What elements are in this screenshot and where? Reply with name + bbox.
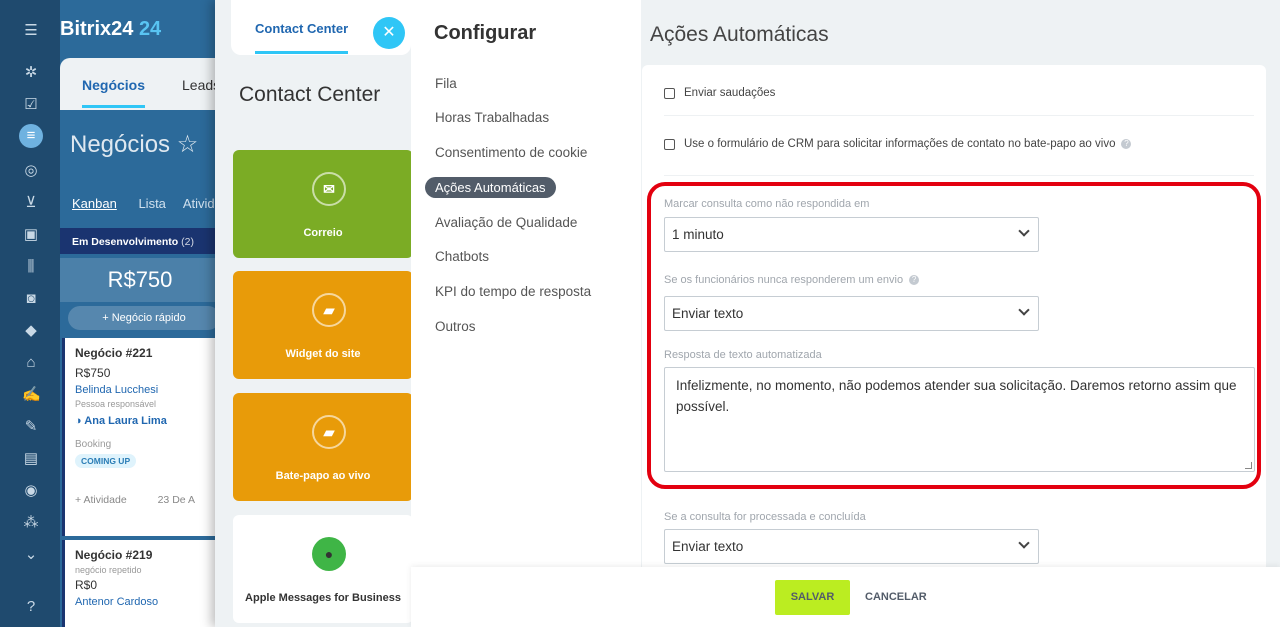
circle-icon[interactable]: ◉ <box>22 482 40 500</box>
left-icon-rail: ☰ ✲ ☑ ≡ ◎ ⊻ ▣ ⫼ ◙ ◆ ⌂ ✍ ✎ ▤ ◉ ⁂ ⌄ ? <box>0 0 60 627</box>
target-icon[interactable]: ◎ <box>22 162 40 180</box>
contact-center-title: Contact Center <box>239 83 381 106</box>
nav-response-kpi[interactable]: KPI do tempo de resposta <box>435 284 591 299</box>
view-switcher: Kanban Lista Ativid <box>72 196 215 211</box>
contact-center-panel: Contact Center ✕ Contact Center ✉ Correi… <box>215 0 413 627</box>
configure-panel: Configurar Fila Horas Trabalhadas Consen… <box>411 0 1280 627</box>
apps-icon[interactable]: ⁂ <box>22 514 40 532</box>
divider <box>664 175 1254 176</box>
settings-form: Enviar saudações Use o formulário de CRM… <box>642 65 1266 567</box>
nav-automatic-actions[interactable]: Ações Automáticas <box>425 177 556 198</box>
deal-card[interactable]: Negócio #219 negócio repetido R$0 Anteno… <box>62 540 220 627</box>
envelope-icon: ✉ <box>312 172 346 206</box>
chevron-down-icon <box>1018 304 1030 316</box>
pulse-icon[interactable]: ✲ <box>22 64 40 82</box>
cart-icon[interactable]: ⊻ <box>22 194 40 212</box>
help-icon[interactable]: ? <box>909 275 920 285</box>
chevron-icon[interactable]: ⌄ <box>22 546 40 564</box>
menu-icon[interactable]: ☰ <box>22 22 40 40</box>
unanswered-label: Marcar consulta como não respondida em <box>664 198 870 210</box>
chevron-down-icon <box>1018 537 1030 549</box>
tile-email[interactable]: ✉ Correio <box>233 150 413 258</box>
nav-quality-rating[interactable]: Avaliação de Qualidade <box>435 215 577 230</box>
chat-icon: ▰ <box>312 415 346 449</box>
analytics-icon[interactable]: ⫼ <box>22 258 40 276</box>
tab-contact-center[interactable]: Contact Center <box>255 21 349 54</box>
tile-site-widget[interactable]: ▰ Widget do site <box>233 271 413 379</box>
crm-tabs: Negócios Leads <box>60 58 220 110</box>
deal-card[interactable]: Negócio #221 R$750 Belinda Lucchesi Pess… <box>62 338 220 536</box>
greetings-checkbox[interactable]: Enviar saudações <box>664 87 775 99</box>
nav-working-hours[interactable]: Horas Trabalhadas <box>435 110 549 125</box>
sign-icon[interactable]: ✍ <box>22 386 41 404</box>
auto-text-label: Resposta de texto automatizada <box>664 349 822 361</box>
stage-header: Em Desenvolvimento (2) <box>60 228 220 254</box>
configure-nav: Configurar Fila Horas Trabalhadas Consen… <box>411 0 641 567</box>
crm-icon[interactable]: ≡ <box>19 124 43 148</box>
status-badge: COMING UP <box>75 454 137 468</box>
closed-select[interactable]: Enviar texto <box>664 529 1039 564</box>
docs-icon[interactable]: ✎ <box>22 418 40 436</box>
bitrix-logo: Bitrix24 24 <box>60 18 162 40</box>
help-icon[interactable]: ? <box>1121 139 1132 149</box>
calendar-icon[interactable]: ▤ <box>22 450 40 468</box>
robot-icon[interactable]: ◙ <box>22 290 40 308</box>
message-bubble-icon: ● <box>312 537 346 571</box>
checkbox-icon <box>664 87 675 99</box>
nav-chatbots[interactable]: Chatbots <box>435 249 489 264</box>
crm-background: Bitrix24 24 Negócios Leads Negócios ☆ Ka… <box>60 0 220 627</box>
contact-icon[interactable]: ▣ <box>22 226 40 244</box>
tile-apple-messages[interactable]: ● Apple Messages for Business <box>233 515 413 623</box>
auto-text-textarea[interactable]: Infelizmente, no momento, não podemos at… <box>664 367 1255 472</box>
tab-deals[interactable]: Negócios <box>82 77 146 108</box>
nav-cookie-consent[interactable]: Consentimento de cookie <box>435 145 587 160</box>
quick-deal-button[interactable]: + Negócio rápido <box>68 306 220 330</box>
view-list[interactable]: Lista <box>138 196 165 211</box>
bank-icon[interactable]: ⌂ <box>22 354 40 372</box>
tile-live-chat[interactable]: ▰ Bate-papo ao vivo <box>233 393 413 501</box>
divider <box>664 115 1254 116</box>
checkbox-icon <box>664 138 675 150</box>
save-button[interactable]: SALVAR <box>775 580 850 615</box>
tasks-icon[interactable]: ☑ <box>22 96 40 114</box>
no-response-label: Se os funcionários nunca responderem um … <box>664 274 920 286</box>
view-activity[interactable]: Ativid <box>183 196 215 211</box>
stage-sum: R$750 <box>60 258 220 302</box>
view-kanban[interactable]: Kanban <box>72 196 117 211</box>
resize-handle[interactable] <box>1245 462 1252 469</box>
nav-other[interactable]: Outros <box>435 319 476 334</box>
help-icon[interactable]: ? <box>22 598 40 616</box>
nav-queue[interactable]: Fila <box>435 76 457 91</box>
crm-form-checkbox[interactable]: Use o formulário de CRM para solicitar i… <box>664 138 1132 150</box>
unanswered-select[interactable]: 1 minuto <box>664 217 1039 252</box>
box-icon[interactable]: ◆ <box>22 322 40 340</box>
chevron-down-icon <box>1018 225 1030 237</box>
no-response-select[interactable]: Enviar texto <box>664 296 1039 331</box>
chat-icon: ▰ <box>312 293 346 327</box>
closed-label: Se a consulta for processada e concluída <box>664 511 866 523</box>
configure-heading: Configurar <box>434 22 537 44</box>
footer-bar: SALVAR CANCELAR <box>411 567 1280 627</box>
cancel-button[interactable]: CANCELAR <box>865 591 927 603</box>
page-title: Negócios ☆ <box>70 131 199 158</box>
close-icon[interactable]: ✕ <box>373 17 405 49</box>
section-title: Ações Automáticas <box>650 23 829 46</box>
